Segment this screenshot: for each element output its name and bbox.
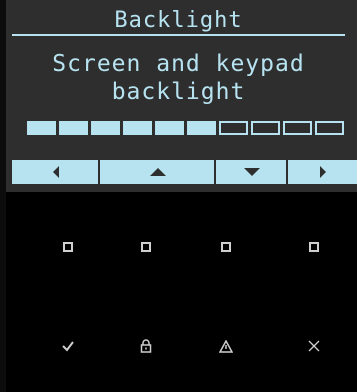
message-line-2: backlight <box>111 79 246 105</box>
level-segment-1 <box>27 121 56 135</box>
level-segment-3 <box>91 121 120 135</box>
keypad-row-1 <box>0 227 357 267</box>
level-segment-9 <box>283 121 312 135</box>
square-icon <box>221 242 231 252</box>
triangle-left-icon <box>53 166 59 178</box>
keypad-button-3[interactable] <box>196 227 256 267</box>
keypad-button-1[interactable] <box>38 227 98 267</box>
softkey-bar <box>12 160 357 184</box>
softkey-left[interactable] <box>12 160 100 184</box>
keypad-button-cancel[interactable] <box>284 326 344 366</box>
triangle-up-icon <box>150 168 166 176</box>
triangle-down-icon <box>244 168 260 176</box>
keypad-button-2[interactable] <box>116 227 176 267</box>
square-icon <box>309 242 319 252</box>
device-panel: Backlight Screen and keypad backlight <box>0 0 357 392</box>
square-icon <box>141 242 151 252</box>
screen-message: Screen and keypad backlight <box>12 50 345 106</box>
message-line-1: Screen and keypad <box>52 51 305 77</box>
keypad-button-4[interactable] <box>284 227 344 267</box>
level-segment-8 <box>251 121 280 135</box>
square-icon <box>63 242 73 252</box>
screen-title: Backlight <box>114 8 243 33</box>
close-icon <box>308 340 320 352</box>
keypad-row-2 <box>0 326 357 366</box>
title-underline <box>12 34 345 36</box>
softkey-right[interactable] <box>288 160 357 184</box>
lock-icon <box>140 339 152 353</box>
warning-icon <box>219 339 233 353</box>
level-segment-6 <box>187 121 216 135</box>
keypad-button-alarm[interactable] <box>196 326 256 366</box>
level-segment-10 <box>315 121 344 135</box>
lcd-screen: Backlight Screen and keypad backlight <box>0 0 357 192</box>
level-segment-2 <box>59 121 88 135</box>
level-segment-4 <box>123 121 152 135</box>
backlight-level-bar <box>27 121 348 135</box>
check-icon <box>62 341 74 352</box>
softkey-up[interactable] <box>100 160 216 184</box>
triangle-right-icon <box>319 166 326 178</box>
level-segment-7 <box>219 121 248 135</box>
level-segment-5 <box>155 121 184 135</box>
softkey-down[interactable] <box>216 160 288 184</box>
keypad-button-confirm[interactable] <box>38 326 98 366</box>
keypad-button-lock[interactable] <box>116 326 176 366</box>
